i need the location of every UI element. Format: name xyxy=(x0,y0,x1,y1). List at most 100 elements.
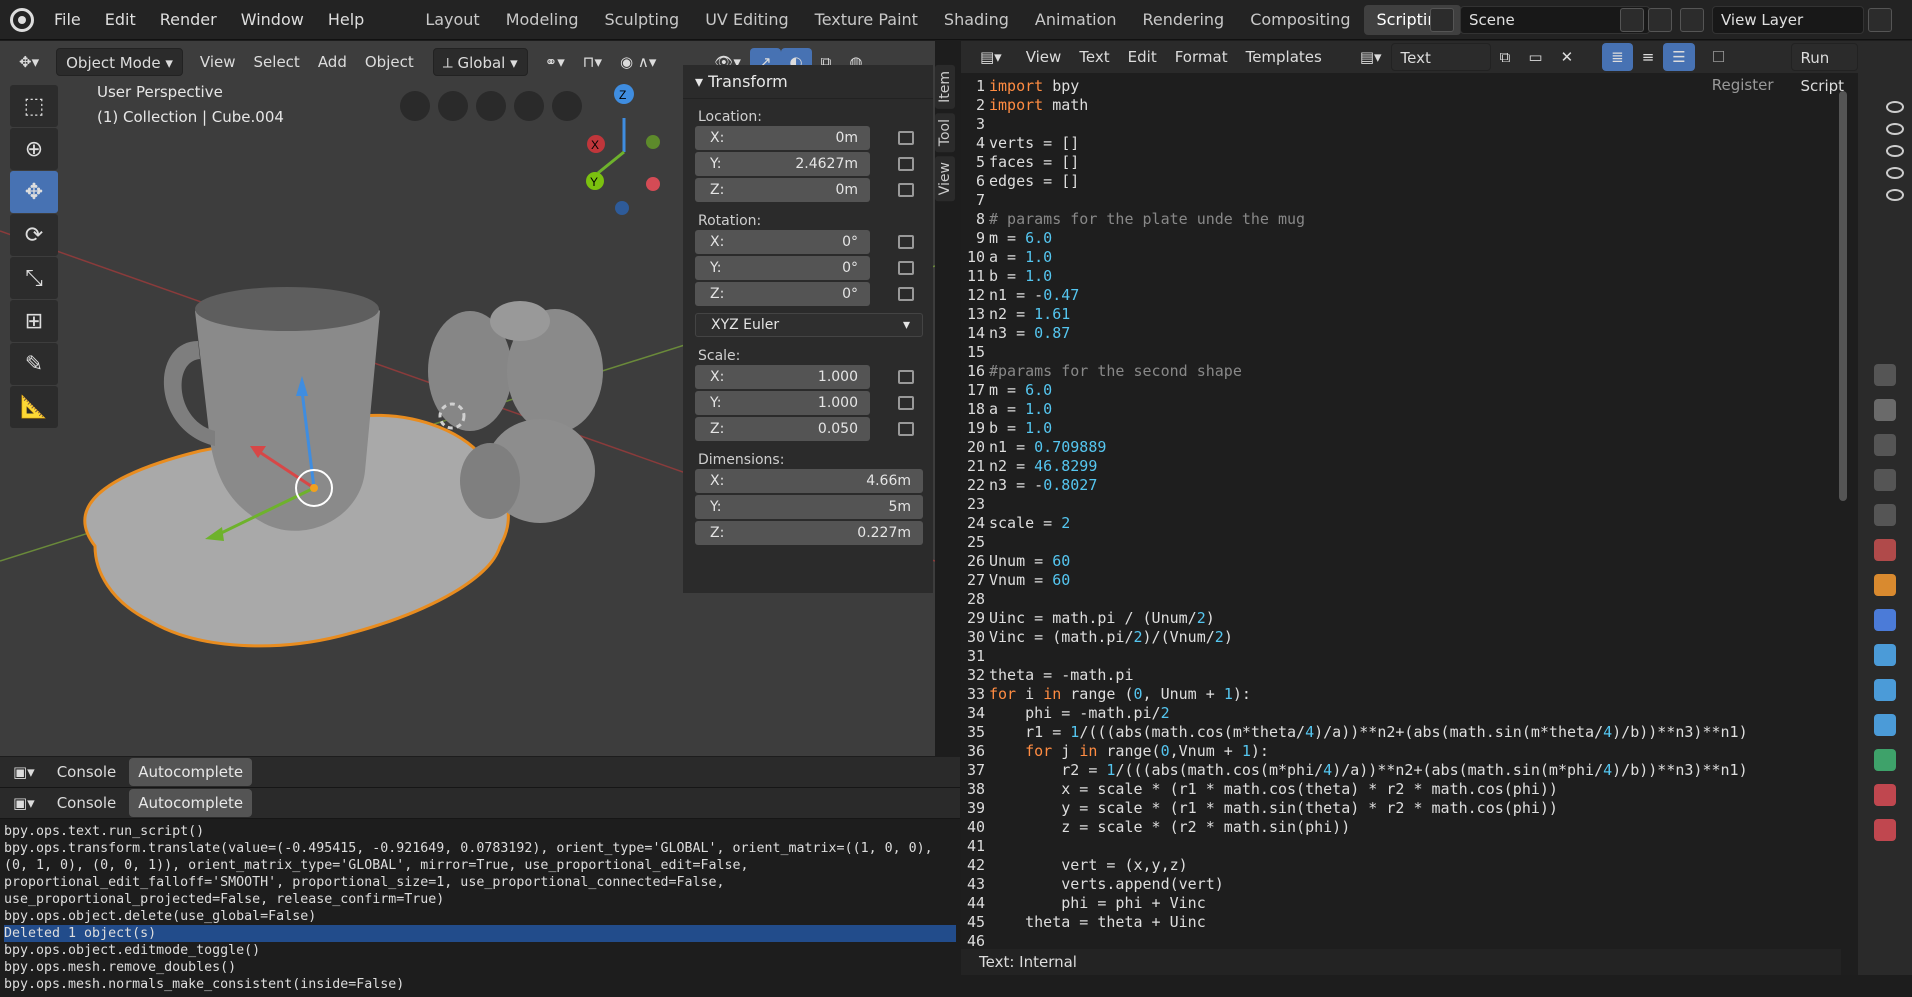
constraints-props-icon[interactable] xyxy=(1874,714,1896,736)
rotate-icon[interactable]: ⟳ xyxy=(10,214,58,256)
viewport-menu-object[interactable]: Object xyxy=(356,48,423,76)
text-open-icon[interactable]: ▭ xyxy=(1519,43,1551,71)
annotate-icon[interactable]: ✎ xyxy=(10,343,58,385)
transform-panel-header[interactable]: ▾ Transform xyxy=(683,65,933,99)
rotation-mode-select[interactable]: XYZ Euler ▾ xyxy=(695,313,923,337)
dimensions-y-field[interactable]: Y: 5m xyxy=(695,495,923,519)
lock-icon[interactable] xyxy=(898,396,914,410)
modifier-props-icon[interactable] xyxy=(1874,609,1896,631)
blender-logo-icon[interactable] xyxy=(10,7,34,32)
snap-icon[interactable]: ⊓▾ xyxy=(574,48,611,76)
python-console[interactable]: ▣▾ Console Autocomplete ▣▾ Console Autoc… xyxy=(0,757,960,992)
texture-props-icon[interactable] xyxy=(1874,819,1896,841)
lock-icon[interactable] xyxy=(898,287,914,301)
location-z-field[interactable]: Z: 0m xyxy=(695,178,870,202)
autocomplete-button[interactable]: Autocomplete xyxy=(129,789,253,817)
text-browse-icon[interactable]: ▤▾ xyxy=(1351,43,1391,71)
console-editor-type-icon[interactable]: ▣▾ xyxy=(4,758,44,786)
grid-toggle-icon[interactable] xyxy=(438,91,468,121)
dimensions-z-field[interactable]: Z: 0.227m xyxy=(695,521,923,545)
eye-icon[interactable] xyxy=(1886,189,1904,201)
tab-layout[interactable]: Layout xyxy=(412,5,492,35)
editor-menu-view[interactable]: View xyxy=(1017,43,1071,71)
menu-help[interactable]: Help xyxy=(316,0,376,40)
autocomplete-button[interactable]: Autocomplete xyxy=(129,758,253,786)
hand-pan-icon[interactable] xyxy=(514,91,544,121)
editor-menu-format[interactable]: Format xyxy=(1166,43,1237,71)
tab-compositing[interactable]: Compositing xyxy=(1237,5,1363,35)
editor-scrollbar[interactable] xyxy=(1839,91,1847,501)
particles-props-icon[interactable] xyxy=(1874,644,1896,666)
console-menu[interactable]: Console xyxy=(48,758,126,786)
tab-shading[interactable]: Shading xyxy=(931,5,1022,35)
view-layer-new-icon[interactable] xyxy=(1868,8,1892,32)
editor-menu-edit[interactable]: Edit xyxy=(1119,43,1166,71)
tab-sculpting[interactable]: Sculpting xyxy=(591,5,692,35)
scene-props-icon[interactable] xyxy=(1874,504,1896,526)
tab-uv-editing[interactable]: UV Editing xyxy=(692,5,801,35)
lock-icon[interactable] xyxy=(898,183,914,197)
menu-render[interactable]: Render xyxy=(148,0,229,40)
text-name-field[interactable]: Text xyxy=(1390,43,1491,71)
run-script-button[interactable]: Run Script xyxy=(1790,43,1858,95)
scale-z-field[interactable]: Z: 0.050 xyxy=(695,417,870,441)
lock-icon[interactable] xyxy=(898,422,914,436)
tab-texture-paint[interactable]: Texture Paint xyxy=(802,5,931,35)
rotation-y-field[interactable]: Y: 0° xyxy=(695,256,870,280)
text-new-icon[interactable]: ⧉ xyxy=(1491,43,1520,71)
lock-icon[interactable] xyxy=(898,131,914,145)
line-numbers-toggle-icon[interactable]: ≣ xyxy=(1602,43,1633,71)
console-menu[interactable]: Console xyxy=(48,789,126,817)
view-layer-browse-icon[interactable] xyxy=(1680,8,1704,32)
transform-icon[interactable]: ⊞ xyxy=(10,300,58,342)
material-props-icon[interactable] xyxy=(1874,784,1896,806)
syntax-toggle-icon[interactable]: ☰ xyxy=(1663,43,1695,71)
viewport-menu-add[interactable]: Add xyxy=(309,48,356,76)
sidebar-tab-tool[interactable]: Tool xyxy=(935,112,955,153)
camera-view-icon[interactable] xyxy=(400,91,430,121)
lock-icon[interactable] xyxy=(898,261,914,275)
scene-remove-icon[interactable] xyxy=(1648,8,1672,32)
location-x-field[interactable]: X: 0m xyxy=(695,126,870,150)
menu-edit[interactable]: Edit xyxy=(93,0,148,40)
rotation-z-field[interactable]: Z: 0° xyxy=(695,282,870,306)
view-layer-props-icon[interactable] xyxy=(1874,469,1896,491)
mode-selector[interactable]: Object Mode ▾ xyxy=(56,48,183,76)
camera-icon[interactable] xyxy=(476,91,506,121)
measure-icon[interactable]: 📐 xyxy=(10,386,58,428)
scale-y-field[interactable]: Y: 1.000 xyxy=(695,391,870,415)
location-y-field[interactable]: Y: 2.4627m xyxy=(695,152,870,176)
tab-modeling[interactable]: Modeling xyxy=(493,5,592,35)
eye-icon[interactable] xyxy=(1886,167,1904,179)
zoom-icon[interactable] xyxy=(552,91,582,121)
word-wrap-toggle-icon[interactable]: ≡ xyxy=(1633,43,1664,71)
physics-props-icon[interactable] xyxy=(1874,679,1896,701)
tool-props-icon[interactable] xyxy=(1874,364,1896,386)
eye-icon[interactable] xyxy=(1886,101,1904,113)
text-close-icon[interactable]: ✕ xyxy=(1552,43,1583,71)
sidebar-tab-item[interactable]: Item xyxy=(935,65,955,109)
sidebar-tab-view[interactable]: View xyxy=(935,156,955,202)
tab-animation[interactable]: Animation xyxy=(1022,5,1130,35)
data-props-icon[interactable] xyxy=(1874,749,1896,771)
editor-menu-templates[interactable]: Templates xyxy=(1237,43,1331,71)
scale-x-field[interactable]: X: 1.000 xyxy=(695,365,870,389)
menu-file[interactable]: File xyxy=(42,0,93,40)
code-area[interactable]: 1 import bpy 2 import math 3 4 verts = [] 5 face… xyxy=(961,77,1841,957)
scene-new-icon[interactable] xyxy=(1620,8,1644,32)
render-props-icon[interactable] xyxy=(1874,399,1896,421)
editor-menu-text[interactable]: Text xyxy=(1070,43,1118,71)
viewport-menu-select[interactable]: Select xyxy=(245,48,309,76)
lock-icon[interactable] xyxy=(898,157,914,171)
move-icon[interactable]: ✥ xyxy=(10,171,58,213)
lock-icon[interactable] xyxy=(898,235,914,249)
text-editor-type-icon[interactable]: ▤▾ xyxy=(971,43,1011,71)
eye-icon[interactable] xyxy=(1886,145,1904,157)
pivot-icon[interactable]: ⚭▾ xyxy=(536,48,574,76)
object-props-icon[interactable] xyxy=(1874,574,1896,596)
orientation-selector[interactable]: ⟂ Global ▾ xyxy=(432,48,528,76)
viewport-menu-view[interactable]: View xyxy=(191,48,245,76)
rotation-x-field[interactable]: X: 0° xyxy=(695,230,870,254)
eye-icon[interactable] xyxy=(1886,123,1904,135)
console-editor-type-icon[interactable]: ▣▾ xyxy=(4,789,44,817)
